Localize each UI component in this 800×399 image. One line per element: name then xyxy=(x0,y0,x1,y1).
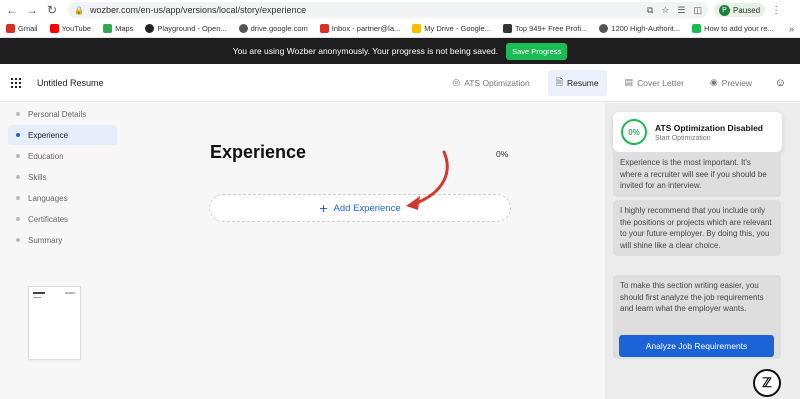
ats-subtitle: Start Optimization xyxy=(655,134,711,142)
analyze-job-requirements-button[interactable]: Analyze Job Requirements xyxy=(619,335,774,357)
ats-score-ring: 0% xyxy=(621,119,647,145)
address-bar[interactable]: 🔒 wozber.com/en-us/app/versions/local/st… xyxy=(68,2,708,18)
star-icon[interactable]: ☆ xyxy=(661,5,669,16)
gmail-icon xyxy=(6,24,15,33)
profile-status: Paused xyxy=(733,5,761,15)
bookmark-item[interactable]: Gmail xyxy=(6,24,38,33)
bookmark-item[interactable]: 1200 High-Authorit... xyxy=(599,24,680,33)
main-tabs: ◎ ATS Optimization 🗎 Resume ▤ Cover Lett… xyxy=(444,64,760,102)
app-header: Untitled Resume ◎ ATS Optimization 🗎 Res… xyxy=(0,64,800,102)
target-icon: ◎ xyxy=(452,77,461,87)
maps-icon xyxy=(103,24,113,33)
bullet-icon xyxy=(16,154,20,158)
user-icon[interactable]: ☺ xyxy=(775,77,786,89)
url-text: wozber.com/en-us/app/versions/local/stor… xyxy=(89,5,307,15)
bullet-icon xyxy=(16,175,20,179)
plus-icon: + xyxy=(319,200,328,216)
bookmark-item[interactable]: My Drive - Google... xyxy=(412,24,491,33)
resume-thumbnail[interactable] xyxy=(28,286,81,360)
ats-title: ATS Optimization Disabled xyxy=(655,122,763,133)
bullet-icon xyxy=(16,217,20,221)
forward-icon[interactable]: → xyxy=(24,2,40,18)
sidebar-toggle-icon[interactable]: ◫ xyxy=(693,5,702,16)
anonymous-notice-banner: You are using Wozber anonymously. Your p… xyxy=(0,38,800,64)
section-sidebar: Personal Details Experience Education Sk… xyxy=(0,103,125,251)
sidebar-item-personal-details[interactable]: Personal Details xyxy=(8,104,117,124)
sidebar-item-summary[interactable]: Summary xyxy=(8,230,117,250)
openai-icon xyxy=(145,24,155,33)
document-icon: 🗎 xyxy=(555,76,563,87)
ats-status-card[interactable]: 0% ATS Optimization Disabled Start Optim… xyxy=(613,112,782,152)
sidebar-item-experience[interactable]: Experience xyxy=(8,125,117,145)
letter-icon: ▤ xyxy=(624,77,634,87)
sidebar-item-languages[interactable]: Languages xyxy=(8,188,117,208)
document-title[interactable]: Untitled Resume xyxy=(37,78,104,88)
drive-icon xyxy=(412,24,422,33)
reload-icon[interactable]: ↻ xyxy=(44,2,60,18)
bookmark-item[interactable]: YouTube xyxy=(49,24,91,33)
tip-card: Experience is the most important. It's w… xyxy=(613,152,781,197)
sidebar-item-education[interactable]: Education xyxy=(8,146,117,166)
sidebar-item-skills[interactable]: Skills xyxy=(8,167,117,187)
tab-cover-letter[interactable]: ▤ Cover Letter xyxy=(617,72,692,93)
add-experience-button[interactable]: + Add Experience xyxy=(209,194,511,222)
share-icon[interactable]: ⧉ xyxy=(647,5,653,16)
back-icon[interactable]: ← xyxy=(4,2,20,18)
bullet-icon xyxy=(16,112,20,116)
site-icon xyxy=(502,24,512,33)
bullet-icon xyxy=(16,196,20,200)
bookmark-item[interactable]: Inbox - partner@la... xyxy=(319,24,400,33)
profile-chip[interactable]: P Paused xyxy=(714,3,766,17)
notice-text: You are using Wozber anonymously. Your p… xyxy=(232,46,499,56)
bullet-icon xyxy=(16,238,20,242)
bookmark-item[interactable]: Playground - Open... xyxy=(145,24,227,33)
tab-preview[interactable]: ◉ Preview xyxy=(702,72,760,93)
tab-ats-optimization[interactable]: ◎ ATS Optimization xyxy=(444,72,537,93)
bolt-icon xyxy=(692,24,702,33)
bullet-icon xyxy=(16,133,20,137)
annotation-arrow-icon xyxy=(406,150,449,210)
gmail-icon xyxy=(319,24,329,33)
page-title: Experience xyxy=(210,142,307,162)
bookmarks-bar: Gmail YouTube Maps Playground - Open... … xyxy=(0,20,800,38)
globe-icon xyxy=(599,24,609,33)
menu-icon[interactable]: ⋮ xyxy=(771,5,781,16)
tip-card: I highly recommend that you include only… xyxy=(613,200,781,256)
sidebar-item-certificates[interactable]: Certificates xyxy=(8,209,117,229)
section-progress: 0% xyxy=(496,149,509,159)
avatar: P xyxy=(719,4,730,16)
browser-toolbar: ← → ↻ 🔒 wozber.com/en-us/app/versions/lo… xyxy=(0,0,800,20)
bookmark-item[interactable]: Maps xyxy=(103,24,133,33)
apps-grid-icon[interactable] xyxy=(11,77,21,88)
lock-icon: 🔒 xyxy=(74,5,84,15)
youtube-icon xyxy=(49,24,59,33)
more-bookmarks-icon[interactable]: » xyxy=(789,24,794,34)
bookmark-item[interactable]: Top 949+ Free Profi... xyxy=(502,24,587,33)
bookmark-item[interactable]: How to add your re... xyxy=(692,24,774,33)
globe-icon xyxy=(238,24,248,33)
extensions-icon[interactable]: ☰ xyxy=(677,5,685,16)
tab-resume[interactable]: 🗎 Resume xyxy=(547,69,607,96)
eye-icon: ◉ xyxy=(709,77,718,87)
bookmark-item[interactable]: drive.google.com xyxy=(238,24,308,33)
wozber-logo-icon[interactable]: ℤ xyxy=(753,369,781,397)
save-progress-button[interactable]: Save Progress xyxy=(506,42,568,60)
